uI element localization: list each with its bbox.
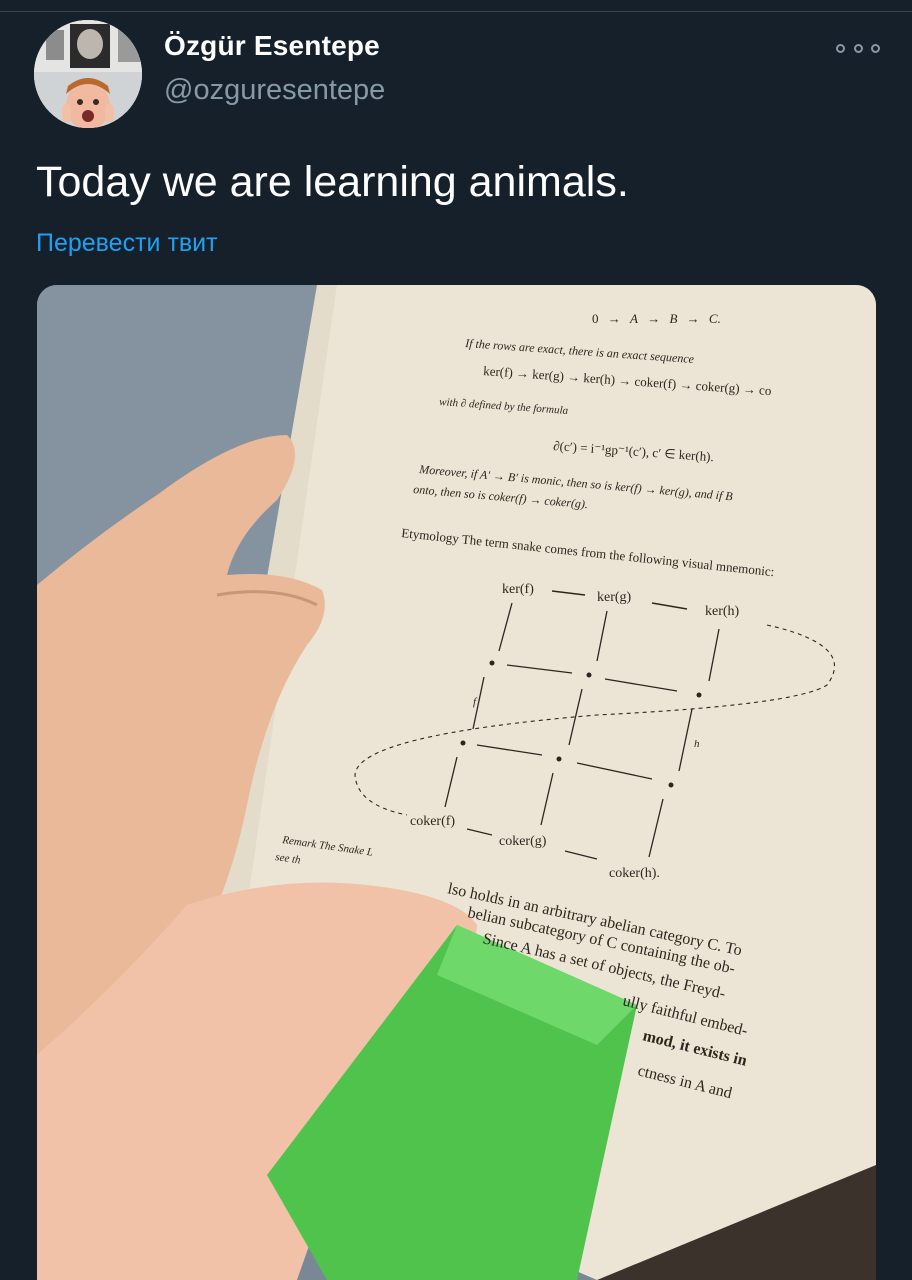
diagram-ker-g: ker(g)	[597, 590, 632, 605]
author-name[interactable]: Özgür Esentepe	[164, 30, 380, 62]
top-divider	[0, 0, 912, 12]
diagram-label-h: h	[694, 738, 700, 750]
more-dots-icon	[836, 43, 845, 53]
diagram-coker-g: coker(g)	[499, 834, 547, 849]
photo-canvas: 0 → A → B → C. If the rows are exact, th…	[37, 285, 876, 1280]
diagram-coker-f: coker(f)	[410, 814, 455, 829]
diagram-ker-h: ker(h)	[705, 604, 740, 619]
more-dots-icon	[853, 43, 863, 53]
author-handle[interactable]: @ozguresentepe	[164, 74, 385, 107]
tweet-photo[interactable]: 0 → A → B → C. If the rows are exact, th…	[37, 285, 876, 1280]
exact-row: 0 → A → B → C.	[592, 311, 721, 326]
avatar-image	[34, 20, 142, 128]
more-dots-icon	[871, 43, 880, 53]
translate-tweet-link[interactable]: Перевести твит	[36, 229, 218, 258]
tweet-text: Today we are learning animals.	[36, 158, 629, 206]
diagram-ker-f: ker(f)	[502, 582, 534, 597]
avatar[interactable]	[34, 20, 142, 128]
diagram-coker-h: coker(h).	[609, 866, 660, 881]
more-options-button[interactable]	[836, 36, 880, 60]
